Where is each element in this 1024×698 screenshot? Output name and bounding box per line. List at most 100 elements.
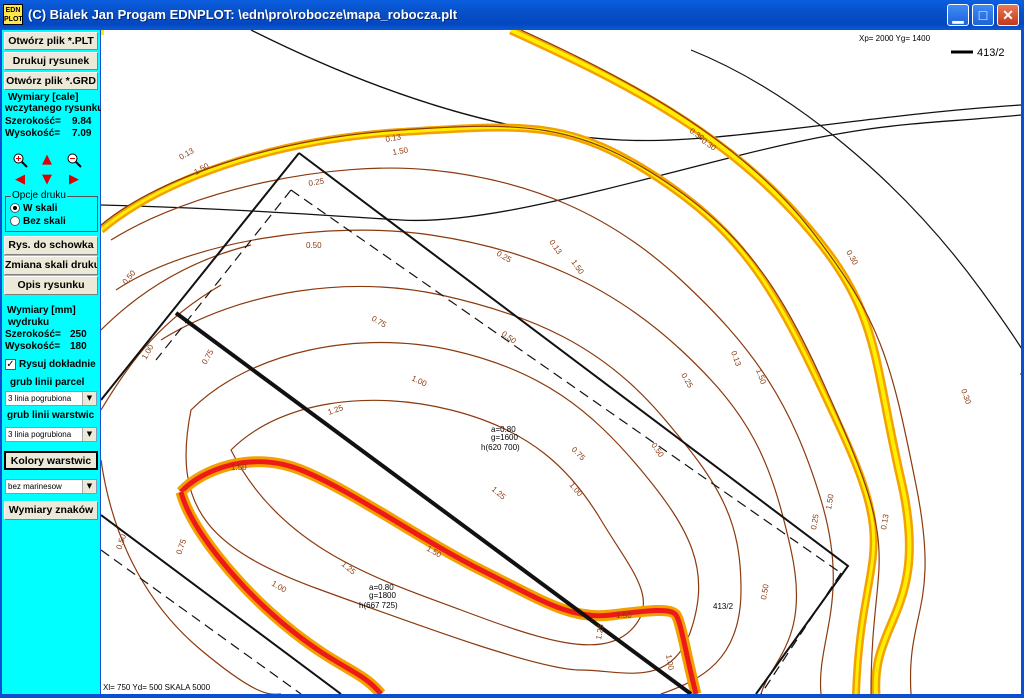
minimize-button[interactable]: ▁ — [947, 4, 969, 26]
contour-band-orange — [509, 30, 914, 694]
checkmark-icon: ✓ — [5, 359, 16, 370]
coord-top: Xp= 2000 Yg= 1400 — [859, 34, 931, 43]
parcel-line-value: 3 linia pogrubiona — [8, 394, 72, 403]
contour-line — [101, 459, 281, 694]
open-grd-button[interactable]: Otwórz plik *.GRD — [4, 72, 98, 90]
height-label: Wysokość= — [5, 128, 61, 139]
app-icon[interactable]: EDN PLOT — [3, 4, 23, 25]
right-arrow-button[interactable]: ▶ — [66, 172, 82, 188]
contour-label: 0.25 — [679, 372, 695, 390]
zoom-out-icon — [67, 153, 82, 168]
parcel-boundary — [101, 514, 342, 694]
contour-band-orange — [176, 456, 702, 694]
road-line — [250, 30, 1021, 142]
sidebar: Otwórz plik *.PLT Drukuj rysunek Otwórz … — [2, 30, 104, 694]
contour-label: 1.50 — [392, 145, 409, 157]
chevron-down-icon: ▼ — [82, 480, 96, 493]
contour-label: 0.13 — [547, 238, 564, 256]
contour-label: 1.00 — [410, 374, 428, 389]
arrow-right-icon: ▶ — [69, 172, 79, 187]
contour-label: 0.13 — [385, 132, 402, 144]
contour-label: 1.25 — [340, 560, 358, 577]
contour-label: 1.25 — [490, 485, 508, 502]
left-arrow-button[interactable]: ◀ — [12, 172, 28, 188]
app-icon-text-top: EDN — [5, 7, 21, 14]
arrow-up-icon: ▲ — [42, 152, 52, 167]
map-drawing: Xp= 2000 Yg= 1400 413/2 Xl= 750 Yd= 500 … — [101, 30, 1021, 694]
parcel-label: 413/2 — [713, 602, 734, 611]
parcel-dashed-line — [101, 549, 302, 694]
contour-label: 0.75 — [570, 445, 588, 463]
contour-label: 0.50 — [500, 329, 518, 346]
sign-dims-button[interactable]: Wymiary znaków — [4, 501, 98, 520]
open-plt-button[interactable]: Otwórz plik *.PLT — [4, 32, 98, 50]
clipboard-button[interactable]: Rys. do schowka — [4, 236, 98, 255]
map-canvas[interactable]: Xp= 2000 Yg= 1400 413/2 Xl= 750 Yd= 500 … — [101, 30, 1021, 694]
contour-label: 0.50 — [306, 241, 322, 250]
contour-line — [160, 285, 742, 694]
maximize-button[interactable]: □ — [972, 4, 994, 26]
parcel-line-label: grub linii parcel — [10, 377, 85, 388]
contour-label: 1.25 — [327, 403, 345, 417]
zoom-in-button[interactable] — [12, 152, 28, 168]
contour-line — [101, 284, 222, 411]
down-arrow-button[interactable]: ▼ — [39, 172, 55, 188]
zoom-in-icon — [13, 153, 28, 168]
dims-title-1: Wymiary [cale] — [8, 92, 79, 103]
road-line — [690, 49, 1021, 375]
arrow-left-icon: ◀ — [15, 172, 25, 187]
contour-label: 0.50 — [759, 583, 771, 600]
contour-label: 1.00 — [270, 579, 288, 595]
contour-label: 0.25 — [809, 513, 821, 530]
contour-band-yellow — [510, 30, 912, 694]
contour-label: 0.25 — [308, 176, 325, 188]
annotation-h: h(667 725) — [359, 601, 398, 610]
scale-on-radio[interactable]: W skali — [10, 203, 57, 214]
print-options-title: Opcje druku — [11, 190, 67, 201]
contour-line — [101, 125, 880, 694]
annotation-g: g=1800 — [369, 591, 396, 600]
dims-title-2: wczytanego rysunku — [5, 103, 104, 114]
coord-bottom: Xl= 750 Yd= 500 SKALA 5000 — [103, 683, 211, 692]
parcel-line-select[interactable]: 3 linia pogrubiona ▼ — [5, 391, 97, 406]
width-label: Szerokość= — [5, 116, 61, 127]
describe-button[interactable]: Opis rysunku — [4, 276, 98, 295]
legend-label: 413/2 — [977, 47, 1005, 59]
contour-label: 0.75 — [200, 348, 216, 366]
contour-line — [115, 229, 798, 694]
app-icon-text-bottom: PLOT — [4, 16, 23, 23]
layer-line-value: 3 linia pogrubiona — [8, 430, 72, 439]
scale-on-label: W skali — [23, 203, 58, 214]
contour-label: 1.50 — [616, 611, 632, 620]
mm-width-label: Szerokość= — [5, 329, 61, 340]
print-button[interactable]: Drukuj rysunek — [4, 52, 98, 70]
contour-label: 0.50 — [114, 532, 128, 550]
change-scale-button[interactable]: Zmiana skali druku — [4, 256, 98, 275]
contour-label: 1.50 — [754, 368, 768, 386]
contour-label: 0.13 — [879, 513, 891, 530]
contour-label: 0.30 — [959, 388, 973, 406]
close-button[interactable]: ✕ — [997, 4, 1019, 26]
layer-colors-button[interactable]: Kolory warstwic — [4, 451, 98, 470]
contour-label: 0.75 — [370, 314, 388, 330]
contour-label: 0.25 — [495, 249, 513, 265]
color-select[interactable]: bez marinesow ▼ — [5, 479, 97, 494]
title-bar: EDN PLOT (C) Bialek Jan Progam EDNPLOT: … — [0, 0, 1024, 30]
scale-off-label: Bez skali — [23, 216, 66, 227]
layer-line-select[interactable]: 3 linia pogrubiona ▼ — [5, 427, 97, 442]
contour-label: 1.00 — [140, 343, 156, 361]
contour-label: 1.25 — [594, 623, 606, 640]
draw-exact-checkbox[interactable]: ✓ Rysuj dokładnie — [5, 359, 96, 370]
mm-title-1: Wymiary [mm] — [7, 305, 76, 316]
up-arrow-button[interactable]: ▲ — [39, 152, 55, 168]
chevron-down-icon: ▼ — [82, 428, 96, 441]
contour-band-orange — [101, 123, 878, 694]
contour-label: 0.75 — [174, 537, 188, 555]
zoom-out-button[interactable] — [66, 152, 82, 168]
scale-off-radio[interactable]: Bez skali — [10, 216, 66, 227]
window-title: (C) Bialek Jan Progam EDNPLOT: \edn\pro\… — [28, 7, 458, 22]
contour-label: 1.50 — [569, 258, 586, 276]
contour-band-red — [179, 459, 699, 694]
contour-label: 0.13 — [729, 350, 743, 368]
contour-label: 1.00 — [664, 654, 676, 671]
